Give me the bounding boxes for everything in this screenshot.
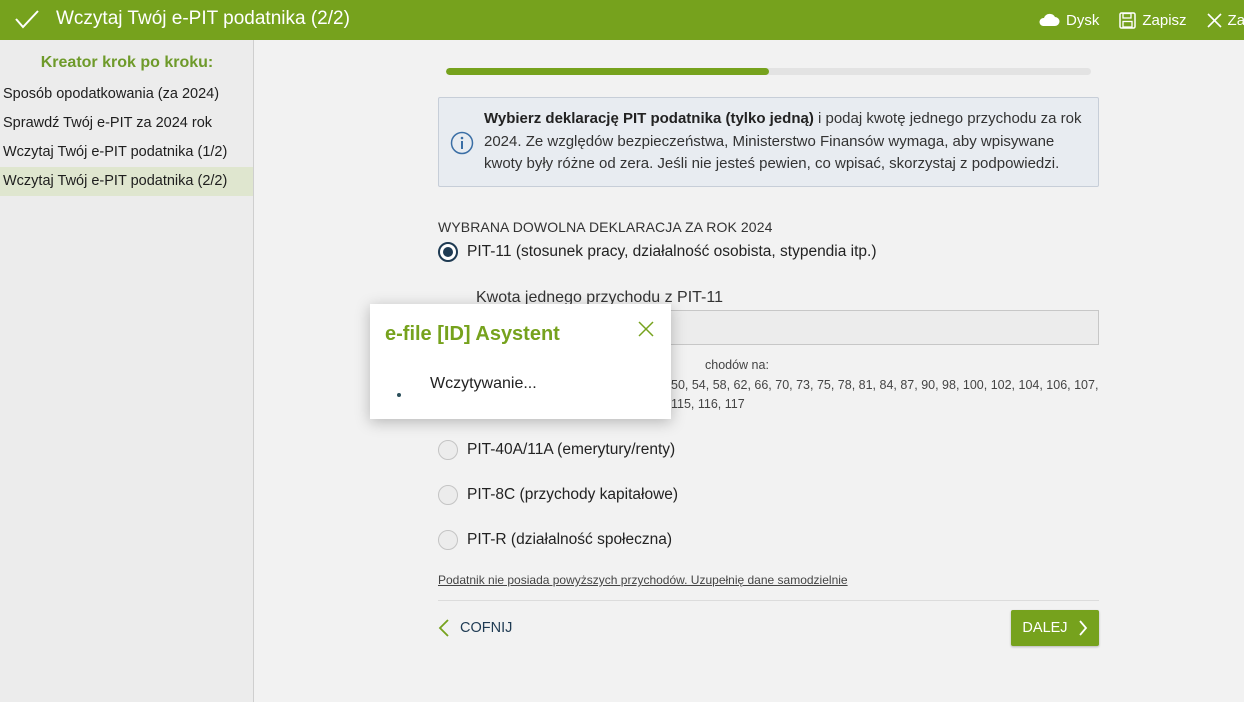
progress-fill — [446, 68, 769, 75]
sidebar-steps: Sposób opodatkowania (za 2024) Sprawdź T… — [0, 80, 253, 196]
option-label: PIT-11 (stosunek pracy, działalność osob… — [467, 243, 877, 260]
wizard-sidebar: Kreator krok po kroku: Sposób opodatkowa… — [0, 40, 254, 702]
option-pit-40a[interactable]: PIT-40A/11A (emerytury/renty) — [438, 440, 675, 460]
option-label: PIT-40A/11A (emerytury/renty) — [467, 441, 676, 458]
sidebar-title: Kreator krok po kroku: — [40, 54, 214, 71]
back-label: COFNIJ — [460, 620, 513, 636]
assistant-modal: e-file [ID] Asystent Wczytywanie... — [370, 304, 671, 419]
info-icon — [450, 131, 474, 155]
cloud-icon — [1039, 13, 1060, 26]
sidebar-item-load-epit-1[interactable]: Wczytaj Twój e-PIT podatnika (1/2) — [0, 138, 253, 167]
save-button[interactable]: Zapisz — [1119, 11, 1187, 29]
close-window-button[interactable]: Zamknij — [1206, 11, 1244, 29]
floppy-disk-icon — [1119, 11, 1137, 29]
radio-pit-40a[interactable] — [438, 440, 458, 460]
save-label: Zapisz — [1142, 11, 1187, 29]
close-icon — [1206, 12, 1222, 28]
close-icon[interactable] — [637, 320, 655, 338]
sidebar-item-check-epit[interactable]: Sprawdź Twój e-PIT za 2024 rok — [0, 109, 253, 138]
modal-title: e-file [ID] Asystent — [385, 323, 560, 345]
chevron-left-icon — [438, 619, 449, 637]
close-label: Zamknij — [1227, 11, 1244, 29]
next-label: DALEJ — [1022, 620, 1068, 636]
divider — [438, 600, 1099, 601]
no-income-link[interactable]: Podatnik nie posiada powyższych przychod… — [438, 573, 848, 587]
check-icon — [15, 10, 39, 29]
option-pit-8c[interactable]: PIT-8C (przychody kapitałowe) — [438, 485, 678, 505]
radio-pit-11[interactable] — [438, 242, 458, 262]
radio-pit-8c[interactable] — [438, 485, 458, 505]
info-text: Wybierz deklarację PIT podatnika (tylko … — [484, 108, 1084, 176]
option-pit-r[interactable]: PIT-R (działalność społeczna) — [438, 530, 672, 550]
option-pit-11[interactable]: PIT-11 (stosunek pracy, działalność osob… — [438, 242, 877, 262]
progress-bar — [446, 68, 1091, 75]
drive-label: Dysk — [1066, 11, 1100, 29]
sidebar-item-load-epit-2[interactable]: Wczytaj Twój e-PIT podatnika (2/2) — [0, 167, 253, 196]
option-label: PIT-R (działalność społeczna) — [467, 531, 673, 548]
option-label: PIT-8C (przychody kapitałowe) — [467, 486, 679, 503]
next-button[interactable]: DALEJ — [1011, 610, 1099, 646]
radio-pit-r[interactable] — [438, 530, 458, 550]
section-label: WYBRANA DOWOLNA DEKLARACJA ZA ROK 2024 — [438, 219, 773, 235]
loading-spinner-icon — [397, 393, 401, 397]
header-actions: Dysk Zapisz Zamknij — [1038, 0, 1244, 40]
chevron-right-icon — [1078, 620, 1087, 636]
info-bold-text: Wybierz deklarację PIT podatnika (tylko … — [484, 110, 814, 127]
top-header: Wczytaj Twój e-PIT podatnika (2/2) Dysk … — [0, 0, 1244, 40]
info-box: Wybierz deklarację PIT podatnika (tylko … — [438, 97, 1099, 187]
drive-button[interactable]: Dysk — [1038, 12, 1099, 29]
page-title: Wczytaj Twój e-PIT podatnika (2/2) — [56, 8, 350, 29]
back-button[interactable]: COFNIJ — [438, 616, 512, 640]
sidebar-item-taxation-method[interactable]: Sposób opodatkowania (za 2024) — [0, 80, 253, 109]
loading-text: Wczytywanie... — [430, 375, 537, 392]
